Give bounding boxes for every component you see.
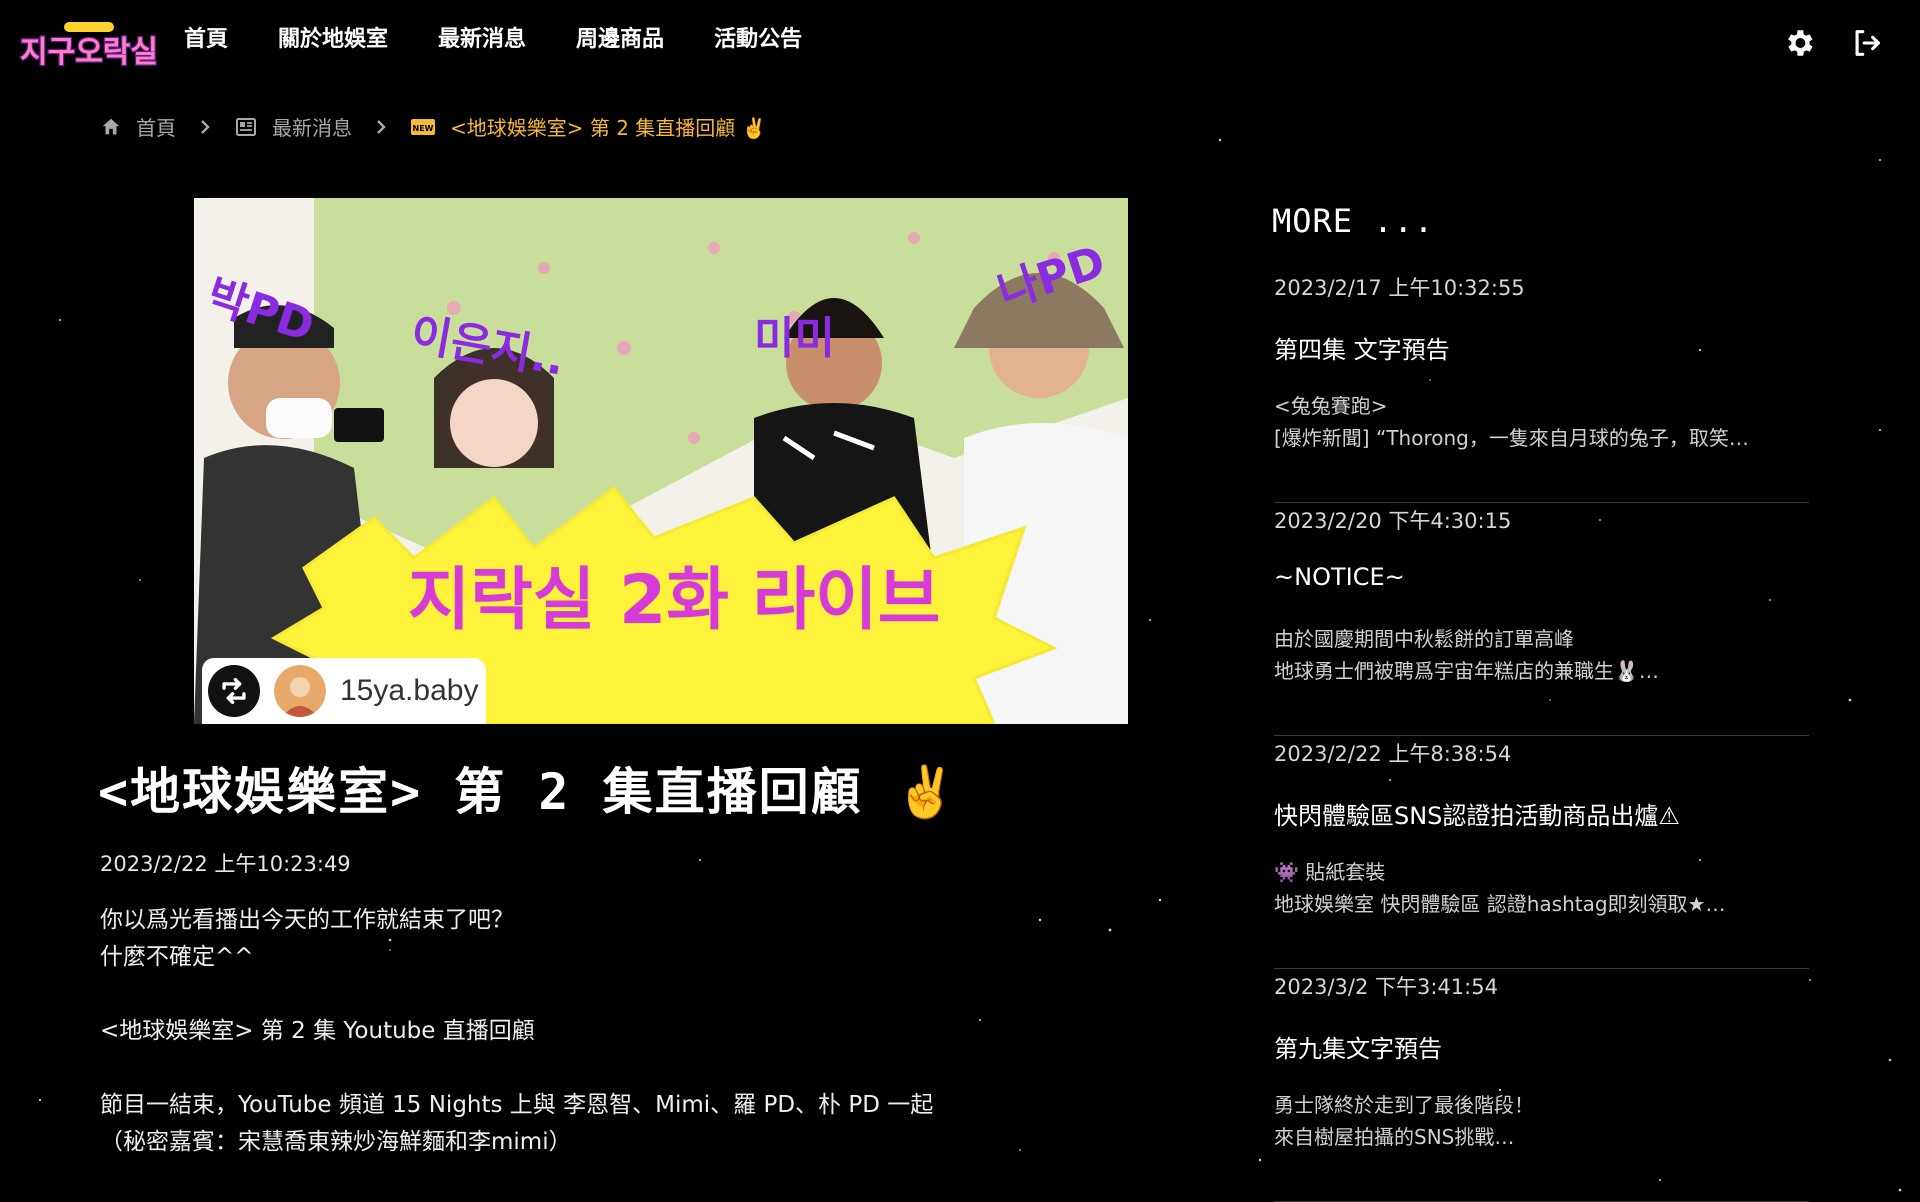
news-card-title: 快閃體驗區SNS認證拍活動商品出爐⚠ (1274, 802, 1680, 830)
news-card-date: 2023/2/17 上午10:32:55 (1274, 276, 1525, 300)
article-paragraph: 節目一結束，YouTube 頻道 15 Nights 上與 李恩智、Mimi、羅… (100, 1092, 934, 1118)
article-paragraph: （秘密嘉賓：宋慧喬東辣炒海鮮麵和李mimi） (100, 1129, 572, 1155)
nav-about[interactable]: 關於地娛室 (278, 22, 388, 58)
more-news-list: 2023/2/17 上午10:32:55 第四集 文字預告 <兔兔賽跑> [爆炸… (1274, 270, 1809, 1202)
news-card-date: 2023/2/20 下午4:30:15 (1274, 509, 1512, 533)
hero-label: 미미 (754, 313, 835, 364)
breadcrumb-news[interactable]: 最新消息 (234, 112, 352, 141)
badge-username: 15ya.baby (340, 674, 479, 707)
nav-merch[interactable]: 周邊商品 (576, 22, 664, 58)
newspaper-icon (236, 117, 256, 136)
news-card-date: 2023/3/2 下午3:41:54 (1274, 975, 1498, 999)
site-logo[interactable]: 지구오락실 (18, 22, 160, 72)
chevron-right-icon (198, 118, 212, 136)
news-card-line: 勇士隊終於走到了最後階段！ (1274, 1093, 1534, 1117)
logout-icon[interactable] (1848, 24, 1886, 62)
news-card-line: 由於國慶期間中秋鬆餅的訂單高峰 (1274, 627, 1574, 651)
news-card-title: 第九集文字預告 (1274, 1035, 1442, 1063)
news-card-excerpt: 由於國慶期間中秋鬆餅的訂單高峰 地球勇士們被聘爲宇宙年糕店的兼職生🐰… (1274, 623, 1809, 687)
gear-icon[interactable] (1780, 24, 1818, 62)
sidebar-heading: MORE ... (1272, 202, 1435, 240)
repost-badge[interactable]: 15ya.baby (202, 658, 486, 724)
news-card-excerpt: 👾 貼紙套裝 地球娛樂室 快閃體驗區 認證hashtag即刻領取★… (1274, 856, 1809, 920)
news-card[interactable]: 2023/2/22 上午8:38:54 快閃體驗區SNS認證拍活動商品出爐⚠ 👾… (1274, 736, 1809, 969)
nav-events[interactable]: 活動公告 (714, 22, 802, 58)
news-card-line: 地球勇士們被聘爲宇宙年糕店的兼職生🐰… (1274, 659, 1659, 683)
news-card-line: <兔兔賽跑> (1274, 394, 1388, 418)
nav-home[interactable]: 首頁 (184, 22, 228, 58)
breadcrumb-home[interactable]: 首頁 (100, 112, 176, 141)
breadcrumb: 首頁 最新消息 NEW <地球娛樂室> 第 2 集直播回顧 ✌️ (100, 112, 767, 141)
news-card-line: 地球娛樂室 快閃體驗區 認證hashtag即刻領取★… (1274, 892, 1726, 916)
repost-icon (208, 665, 260, 717)
top-nav: 지구오락실 首頁 關於地娛室 最新消息 周邊商品 活動公告 (0, 0, 1920, 82)
chevron-right-icon (374, 118, 388, 136)
avatar (274, 665, 326, 717)
news-card-excerpt: 勇士隊終於走到了最後階段！ 來自樹屋拍攝的SNS挑戰… (1274, 1089, 1809, 1153)
hero-overlay-text: 지락실 2화 라이브 (408, 561, 941, 640)
article-body: 你以爲光看播出今天的工作就結束了吧？ 什麼不確定^^ <地球娛樂室> 第 2 集… (100, 902, 1040, 1161)
news-card[interactable]: 2023/2/17 上午10:32:55 第四集 文字預告 <兔兔賽跑> [爆炸… (1274, 270, 1809, 503)
breadcrumb-current-label: <地球娛樂室> 第 2 集直播回顧 ✌️ (450, 116, 767, 140)
svg-text:지구오락실: 지구오락실 (20, 35, 158, 70)
breadcrumb-current: NEW <地球娛樂室> 第 2 集直播回顧 ✌️ (410, 112, 767, 141)
page-title: <地球娛樂室> 第 2 集直播回顧 ✌️ (98, 763, 959, 821)
news-card-title: ~NOTICE~ (1274, 563, 1405, 591)
news-card-line: [爆炸新聞] “Thorong，一隻來自月球的兔子，取笑… (1274, 426, 1749, 450)
article-paragraph: <地球娛樂室> 第 2 集 Youtube 直播回顧 (100, 1018, 535, 1044)
nav-news[interactable]: 最新消息 (438, 22, 526, 58)
news-card-excerpt: <兔兔賽跑> [爆炸新聞] “Thorong，一隻來自月球的兔子，取笑… (1274, 390, 1809, 454)
news-card-date: 2023/2/22 上午8:38:54 (1274, 742, 1512, 766)
breadcrumb-news-label: 最新消息 (272, 116, 352, 140)
home-icon (102, 118, 120, 134)
news-card-title: 第四集 文字預告 (1274, 336, 1450, 364)
article-paragraph: 什麼不確定^^ (100, 944, 254, 970)
svg-text:NEW: NEW (413, 124, 434, 133)
news-card[interactable]: 2023/3/2 下午3:41:54 第九集文字預告 勇士隊終於走到了最後階段！… (1274, 969, 1809, 1202)
article-paragraph: 你以爲光看播出今天的工作就結束了吧？ (100, 907, 514, 933)
breadcrumb-home-label: 首頁 (136, 116, 176, 140)
news-card-line: 來自樹屋拍攝的SNS挑戰… (1274, 1125, 1515, 1149)
article-date: 2023/2/22 上午10:23:49 (100, 852, 351, 876)
news-card-line: 👾 貼紙套裝 (1274, 860, 1386, 884)
article-hero-image: 지락실 2화 라이브 박PD 이은지.. 미미 나PD 15ya.baby (194, 198, 1128, 724)
new-badge-icon: NEW (411, 118, 435, 135)
news-card[interactable]: 2023/2/20 下午4:30:15 ~NOTICE~ 由於國慶期間中秋鬆餅的… (1274, 503, 1809, 736)
